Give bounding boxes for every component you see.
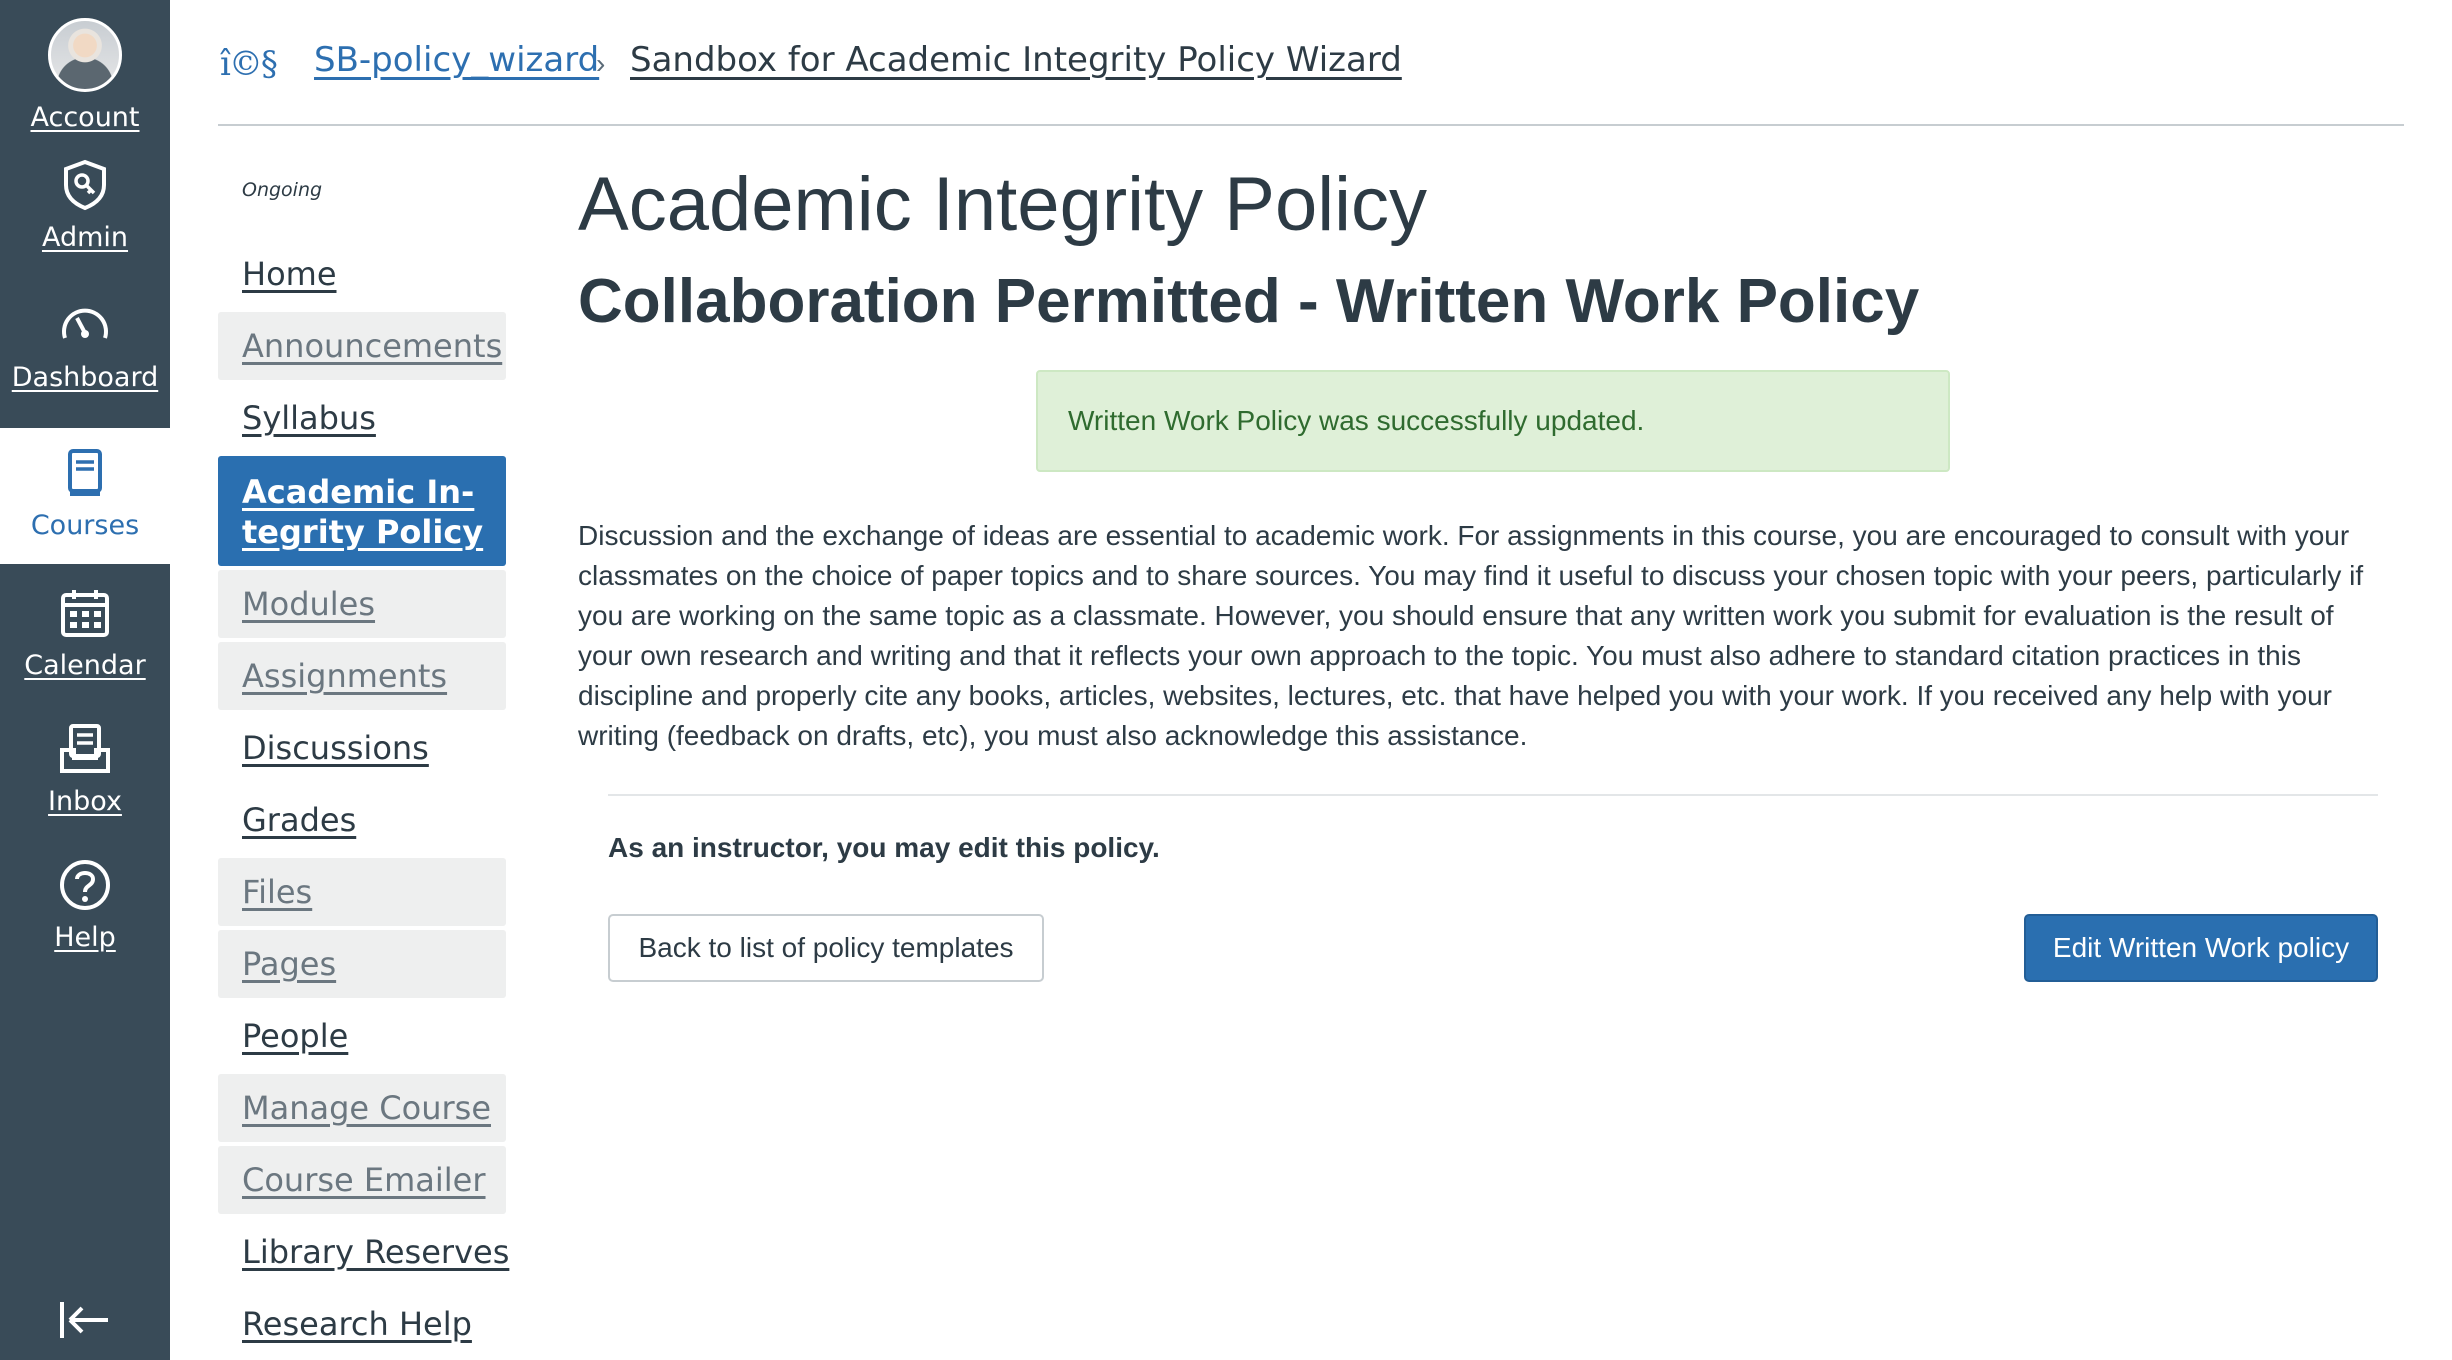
global-nav: Account Admin Dashboard Courses Calendar… [0, 0, 170, 1360]
calendar-icon [61, 590, 109, 637]
global-nav-label: Dashboard [11, 362, 159, 393]
course-nav: Ongoing Home Announcements Syllabus Acad… [218, 170, 509, 1360]
course-nav-research-help[interactable]: Research Help [218, 1290, 506, 1358]
global-nav-courses[interactable]: Courses [0, 428, 170, 564]
inbox-icon [60, 724, 110, 773]
course-nav-modules[interactable]: Modules [218, 570, 506, 638]
page-title: Academic Integrity Policy [578, 162, 1427, 247]
course-nav-discussions[interactable]: Discussions [218, 714, 506, 782]
course-logo-icon: î©§ [220, 44, 278, 84]
course-nav-people[interactable]: People [218, 1002, 506, 1070]
course-nav-files[interactable]: Files [218, 858, 506, 926]
global-nav-label: Account [30, 102, 140, 133]
global-nav-label: Help [54, 922, 116, 953]
course-nav-syllabus[interactable]: Syllabus [218, 384, 506, 452]
course-nav-manage-course[interactable]: Manage Course [218, 1074, 506, 1142]
instructor-note: As an instructor, you may edit this poli… [608, 832, 1160, 863]
global-nav-calendar[interactable]: Calendar [0, 568, 170, 704]
course-nav-announcements[interactable]: Announcements [218, 312, 506, 380]
course-nav-library-reserves[interactable]: Library Reserves [218, 1218, 509, 1286]
main-content: Academic Integrity Policy Collaboration … [578, 160, 2388, 982]
chevron-right-icon: › [596, 48, 606, 79]
avatar [48, 18, 122, 92]
global-nav-help[interactable]: Help [0, 840, 170, 976]
course-nav-course-emailer[interactable]: Course Emailer [218, 1146, 506, 1214]
breadcrumb-page-link[interactable]: Sandbox for Academic Integrity Policy Wi… [630, 40, 1402, 80]
help-circle-icon [60, 860, 110, 910]
divider [608, 794, 2378, 796]
global-nav-inbox[interactable]: Inbox [0, 704, 170, 840]
back-to-templates-button[interactable]: Back to list of policy templates [608, 914, 1044, 982]
policy-title: Collaboration Permitted - Written Work P… [578, 267, 1920, 336]
course-nav-assignments[interactable]: Assignments [218, 642, 506, 710]
page-header: î©§ SB-policy_wizard › Sandbox for Acade… [218, 0, 2404, 126]
edit-policy-button[interactable]: Edit Written Work policy [2024, 914, 2378, 982]
global-nav-label: Admin [41, 222, 129, 253]
course-nav-home[interactable]: Home [218, 240, 506, 308]
term-label: Ongoing [242, 179, 323, 201]
global-nav-account[interactable]: Account [0, 0, 170, 136]
speedometer-icon [62, 308, 108, 339]
shield-key-icon [64, 159, 106, 211]
policy-text: Discussion and the exchange of ideas are… [578, 520, 2364, 751]
breadcrumb-course-link[interactable]: SB-policy_wizard [314, 40, 599, 80]
global-nav-dashboard[interactable]: Dashboard [0, 280, 170, 416]
book-icon [68, 449, 102, 496]
global-nav-label: Calendar [24, 650, 146, 681]
global-nav-label: Inbox [48, 786, 122, 817]
course-nav-grades[interactable]: Grades [218, 786, 506, 854]
collapse-arrow-icon[interactable] [58, 1298, 112, 1342]
global-nav-admin[interactable]: Admin [0, 140, 170, 276]
success-alert: Written Work Policy was successfully upd… [1036, 370, 1950, 472]
course-nav-pages[interactable]: Pages [218, 930, 506, 998]
global-nav-label: Courses [30, 510, 140, 541]
course-nav-academic-integrity-policy[interactable]: Academic In-tegrity Policy [218, 456, 506, 566]
